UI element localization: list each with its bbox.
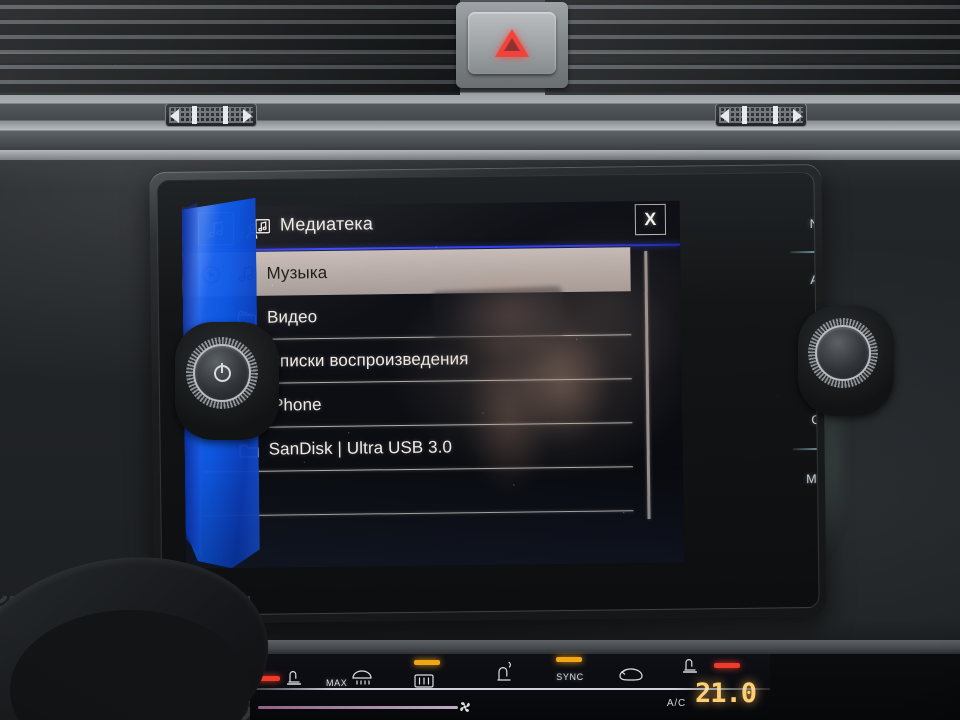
max-defrost-label[interactable]: MAX (326, 678, 347, 688)
seat-heater-icon-left[interactable] (284, 668, 304, 686)
vent-tab (192, 106, 197, 124)
page-title: Медиатека (279, 213, 374, 235)
side-button-separator (792, 447, 820, 451)
fan-speed-bar[interactable] (258, 706, 458, 709)
hazard-button-housing (456, 2, 568, 88)
car-interior-photo: Медиатека X Музыка Видео Списки воспроиз… (0, 0, 960, 720)
sync-led (556, 657, 582, 662)
hazard-triangle-icon (495, 29, 529, 57)
rear-defrost-icon[interactable] (412, 672, 436, 690)
sync-button[interactable]: SYNC (548, 672, 592, 682)
hazard-warning-button[interactable] (468, 12, 556, 74)
chevron-right-icon (243, 109, 252, 123)
chevron-left-icon (720, 109, 729, 123)
seat-heater-icon-right[interactable] (680, 656, 700, 674)
side-button-separator (790, 250, 820, 254)
power-volume-icon (213, 362, 231, 382)
knob-face (193, 344, 251, 402)
chevron-left-icon (170, 109, 179, 123)
tune-knob[interactable] (808, 318, 878, 388)
power-volume-knob[interactable] (186, 337, 258, 409)
ac-label[interactable]: A/C (667, 698, 686, 709)
air-vent-left (0, 0, 460, 95)
temperature-display: 21.0 (694, 678, 757, 709)
close-icon[interactable]: X (634, 203, 667, 236)
list-item-label: Списки воспроизведения (267, 349, 469, 371)
vent-tab (742, 106, 747, 124)
car-button[interactable]: CAR (792, 412, 819, 427)
airflow-seat-icon[interactable] (492, 660, 518, 684)
right-seat-heater-led (714, 663, 740, 668)
vent-slider-icon-left[interactable] (165, 103, 257, 127)
air-vent-right (545, 0, 960, 95)
list-item-label: SanDisk | Ultra USB 3.0 (268, 437, 453, 459)
windshield-defrost-icon[interactable] (350, 668, 374, 686)
screen-header: Медиатека X (182, 201, 681, 252)
rear-defrost-led (414, 660, 440, 665)
menu-button[interactable]: MENU (793, 471, 819, 487)
air-recirculation-icon[interactable] (616, 666, 646, 682)
vent-tab (773, 106, 778, 124)
list-item-empty (185, 467, 684, 517)
nav-button[interactable]: NAV (790, 216, 820, 231)
fan-icon[interactable] (458, 700, 472, 714)
upper-dashboard (0, 0, 960, 150)
list-item-label: Видео (266, 307, 318, 327)
knob-face (815, 325, 871, 381)
app-button[interactable]: APP (791, 272, 819, 287)
list-item-label: Музыка (266, 262, 328, 283)
climate-control-panel: MAX SYNC A/C 21.0 (240, 654, 770, 720)
row-divider (203, 510, 634, 517)
vent-slider-icon-right[interactable] (715, 103, 807, 127)
vent-tab (223, 106, 228, 124)
chevron-right-icon (793, 109, 802, 123)
